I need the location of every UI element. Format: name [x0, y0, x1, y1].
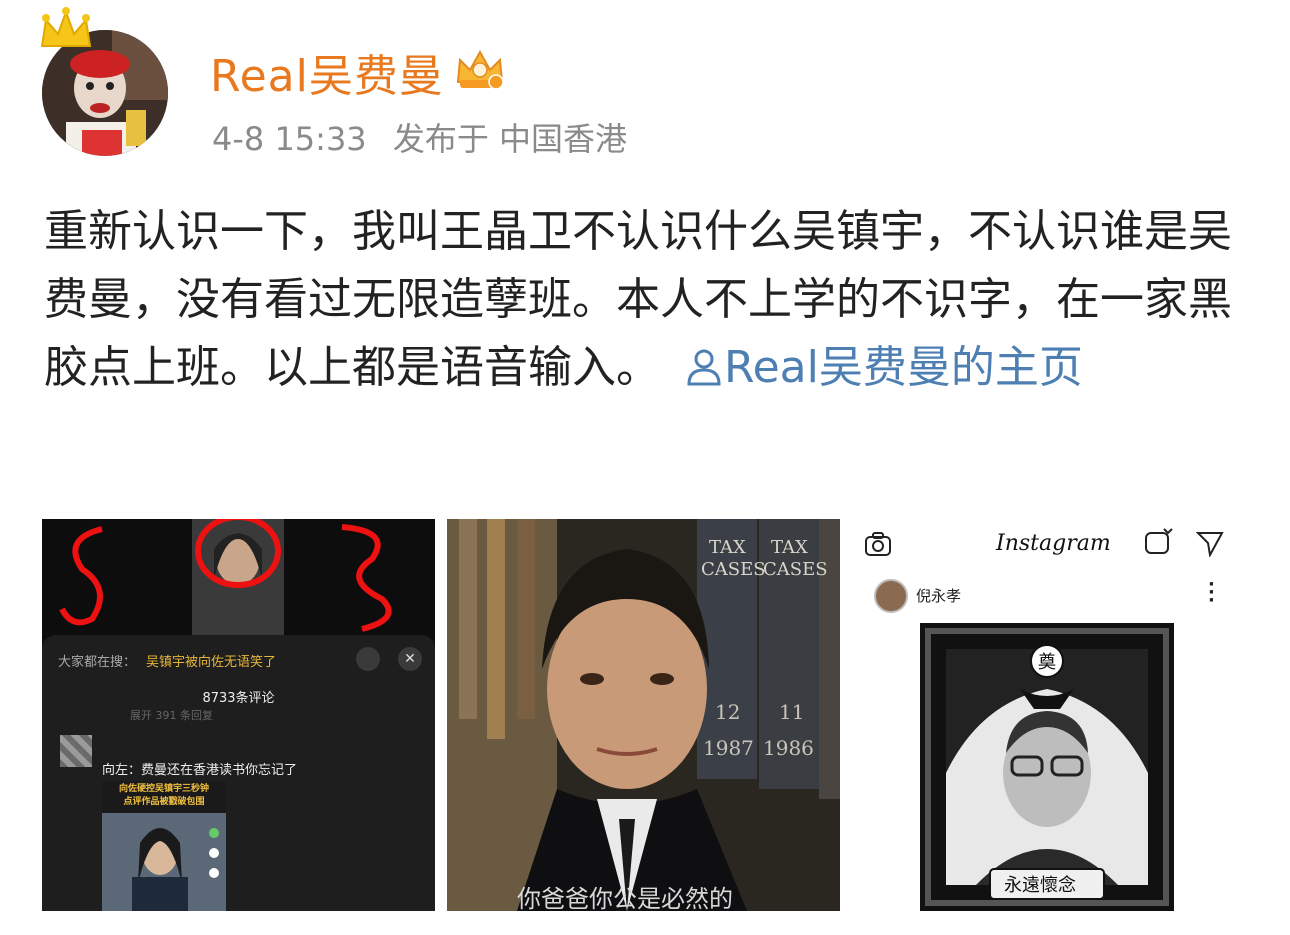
close-icon[interactable]: ✕ — [398, 647, 422, 671]
comment-suffix: 还在香港读书你忘记了 — [167, 763, 298, 778]
post-text: 重新认识一下，我叫王晶卫不认识什么吴镇宇，不认识谁是吴费曼，没有看过无限造孽班。… — [44, 198, 1244, 402]
book-num-1: 12 — [715, 700, 740, 724]
post-image-1[interactable]: 大家都在搜： 吴镇宇被向佐无语笑了 ✕ 8733条评论 展开 391 条回复 向… — [42, 519, 435, 911]
expand-icon[interactable] — [356, 647, 380, 671]
video-frame — [102, 813, 226, 911]
profile-link[interactable]: Real吴费曼的主页 — [674, 342, 1083, 393]
post-image-2[interactable]: TAX CASES TAX CASES 12 11 1987 1986 你爸爸你… — [447, 519, 840, 911]
commenter-avatar[interactable] — [60, 735, 92, 767]
book-label-4: CASES — [763, 559, 828, 580]
location: 发布于 中国香港 — [392, 120, 628, 158]
search-prefix: 大家都在搜： — [58, 655, 137, 670]
more-options-icon[interactable]: · · · — [1208, 576, 1215, 610]
ig-avatar[interactable] — [874, 579, 908, 613]
vip-crown-icon — [456, 49, 504, 90]
timestamp: 4-8 15:33 — [212, 120, 367, 158]
send-icon[interactable] — [1196, 529, 1226, 557]
book-label-1: TAX — [709, 537, 746, 558]
expand-replies-hint[interactable]: 展开 391 条回复 — [130, 707, 213, 723]
video-caption-1: 向佐硬控吴镇宇三秒钟 — [118, 784, 209, 794]
igtv-icon[interactable] — [1144, 527, 1174, 555]
post-meta: 4-8 15:33 发布于 中国香港 — [212, 114, 643, 160]
video-thumbnail[interactable]: 向佐硬控吴镇宇三秒钟 点评作品被戳破包围 — [102, 781, 226, 911]
memorial-banner: 永遠懷念 — [1004, 874, 1076, 896]
subtitle: 你爸爸你公是必然的 — [517, 885, 733, 911]
crown-icon — [40, 7, 92, 47]
red-circles-drawing — [42, 519, 435, 639]
comment-panel: 大家都在搜： 吴镇宇被向佐无语笑了 ✕ 8733条评论 展开 391 条回复 向… — [42, 635, 435, 911]
profile-link-label: Real吴费曼的主页 — [724, 342, 1083, 393]
person-icon — [687, 349, 721, 386]
camera-icon[interactable] — [864, 531, 894, 557]
memorial-char: 奠 — [1038, 652, 1056, 673]
comment-line: 向左：费曼还在香港读书你忘记了 — [102, 759, 297, 778]
username[interactable]: Real吴费曼 — [210, 40, 444, 104]
avatar-wrap[interactable] — [40, 7, 170, 158]
memorial-frame: 奠 永遠懷念 — [920, 623, 1174, 911]
ig-username[interactable]: 倪永孝 — [916, 585, 961, 606]
video-caption-2: 点评作品被戳破包围 — [123, 797, 205, 807]
search-query[interactable]: 吴镇宇被向佐无语笑了 — [146, 651, 276, 670]
book-year-1: 1987 — [703, 736, 754, 760]
post-image-3[interactable]: Instagram 倪永孝 · · · 奠 永遠懷念 — [852, 519, 1247, 911]
book-year-2: 1986 — [763, 736, 814, 760]
instagram-header: Instagram — [852, 519, 1247, 569]
book-label-3: TAX — [771, 537, 808, 558]
comment-text: 向左：费曼 — [102, 763, 168, 778]
book-num-2: 11 — [779, 700, 804, 724]
movie-still: TAX CASES TAX CASES 12 11 1987 1986 你爸爸你… — [447, 519, 840, 911]
book-label-2: CASES — [701, 559, 766, 580]
instagram-title: Instagram — [996, 531, 1111, 556]
comment-count: 8733条评论 — [202, 691, 275, 706]
